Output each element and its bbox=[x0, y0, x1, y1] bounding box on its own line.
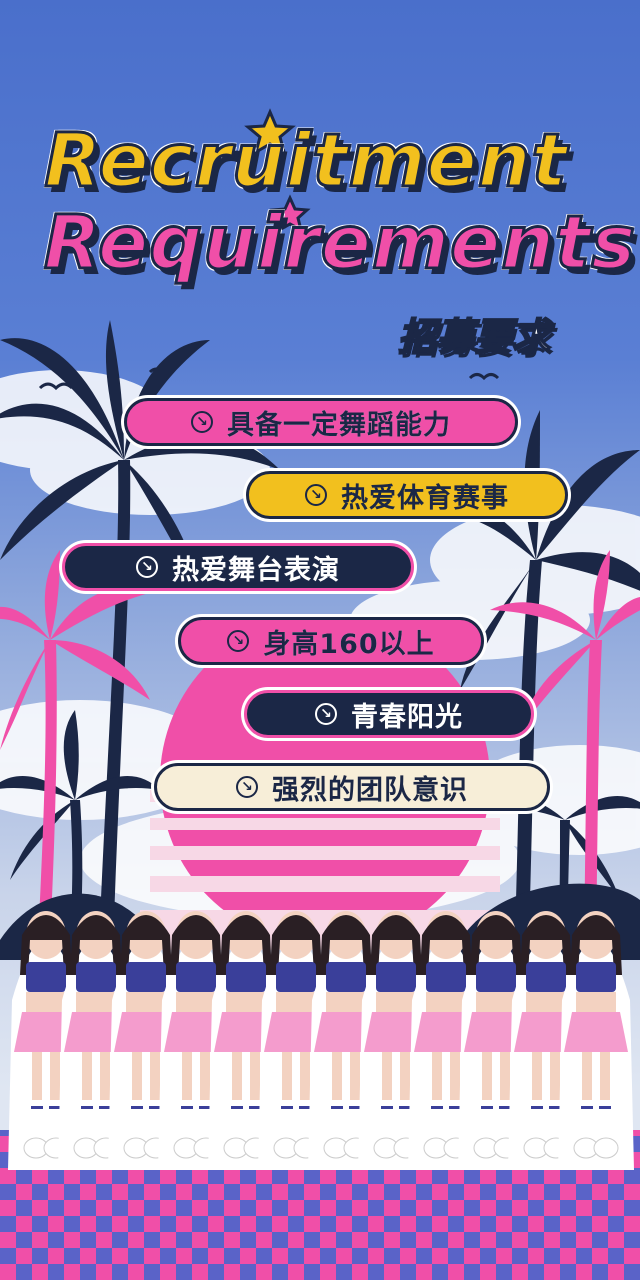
requirement-pill-stage: ↘ 热爱舞台表演 bbox=[62, 543, 414, 591]
requirement-label: 具备一定舞蹈能力 bbox=[227, 409, 451, 441]
requirement-pill-dance: ↘ 具备一定舞蹈能力 bbox=[124, 398, 518, 446]
title-requirements: Requirements bbox=[42, 199, 637, 288]
arrow-down-right-icon: ↘ bbox=[136, 556, 158, 578]
arrow-down-right-icon: ↘ bbox=[236, 776, 258, 798]
requirement-label: 身高160以上 bbox=[263, 628, 435, 660]
requirement-label: 热爱体育赛事 bbox=[341, 482, 509, 514]
requirement-label: 青春阳光 bbox=[351, 701, 463, 733]
subtitle-chinese: 招募要求 bbox=[397, 314, 551, 360]
requirement-label: 强烈的团队意识 bbox=[272, 774, 468, 806]
arrow-down-right-icon: ↘ bbox=[315, 703, 337, 725]
title-recruitment: Recruitment bbox=[43, 117, 569, 206]
requirement-pill-youthful: ↘ 青春阳光 bbox=[244, 690, 534, 738]
requirement-pill-sports: ↘ 热爱体育赛事 bbox=[246, 471, 568, 519]
requirement-pill-teamwork: ↘ 强烈的团队意识 bbox=[154, 763, 550, 811]
requirement-pill-height: ↘ 身高160以上 bbox=[178, 617, 484, 665]
recruitment-poster: Recruitment Requirements 招募要求 ↘ 具备一定舞蹈能力… bbox=[0, 0, 640, 1280]
requirement-label: 热爱舞台表演 bbox=[172, 554, 340, 586]
arrow-down-right-icon: ↘ bbox=[227, 630, 250, 652]
arrow-down-right-icon: ↘ bbox=[191, 411, 213, 433]
arrow-down-right-icon: ↘ bbox=[305, 484, 327, 506]
